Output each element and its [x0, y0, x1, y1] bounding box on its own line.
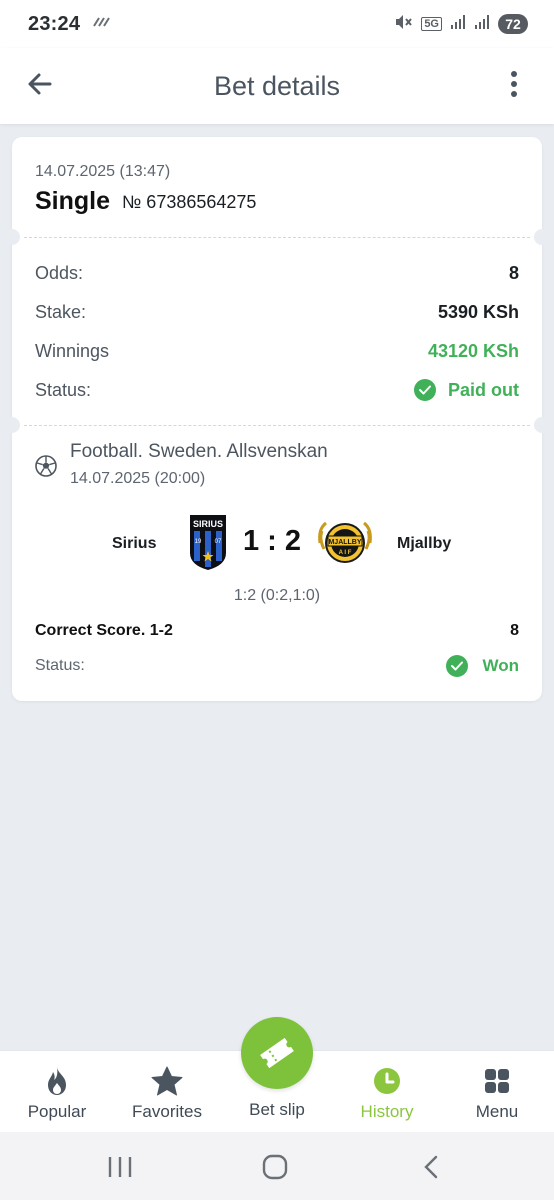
page-title: Bet details	[213, 70, 341, 101]
nav-favorites[interactable]: Favorites	[112, 1051, 222, 1133]
check-circle-icon	[414, 379, 436, 401]
nav-popular-label: Popular	[27, 1102, 87, 1121]
clock-icon	[371, 1065, 403, 1097]
stake-value: 5390 KSh	[437, 301, 519, 322]
odds-row: Odds: 8	[35, 261, 519, 285]
bet-status-row: Status: Paid out	[35, 378, 519, 402]
bet-status-value: Paid out	[414, 379, 519, 401]
winnings-row: Winnings 43120 KSh	[35, 339, 519, 363]
ticket-icon	[260, 1037, 294, 1069]
check-circle-icon	[446, 655, 469, 677]
away-logo-sub: A I F	[339, 550, 352, 556]
bet-datetime: 14.07.2025 (13:47)	[35, 163, 171, 180]
more-options-button[interactable]	[498, 68, 530, 100]
network-type: 5G	[421, 17, 442, 31]
recent-apps-icon	[108, 1157, 132, 1177]
football-icon	[35, 455, 57, 477]
home-icon	[262, 1154, 288, 1180]
score-detail: 1:2 (0:2,1:0)	[233, 587, 321, 604]
odds-label: Odds:	[35, 262, 84, 283]
away-logo-text: MJALLBY	[328, 539, 361, 546]
match-score: 1 : 2	[242, 525, 302, 557]
back-button[interactable]	[24, 68, 56, 100]
nav-popular[interactable]: Popular	[2, 1051, 112, 1133]
stake-row: Stake: 5390 KSh	[35, 300, 519, 324]
nav-menu[interactable]: Menu	[442, 1051, 552, 1133]
home-logo-text: SIRIUS	[193, 519, 223, 529]
selection-status-text: Won	[482, 656, 519, 675]
signal-icon	[450, 14, 466, 35]
mute-icon	[393, 12, 413, 37]
signal-icon-2	[474, 14, 490, 35]
nav-favorites-label: Favorites	[132, 1102, 202, 1121]
selection-row: Correct Score. 1-2 8	[35, 622, 519, 640]
data-saver-icon	[92, 15, 111, 33]
nav-history[interactable]: History	[332, 1051, 442, 1133]
battery-level: 72	[498, 14, 528, 34]
status-time: 23:24	[28, 12, 81, 35]
grid-icon	[481, 1065, 513, 1097]
match-datetime: 14.07.2025 (20:00)	[70, 470, 206, 487]
winnings-label: Winnings	[35, 340, 110, 361]
system-back-button[interactable]	[416, 1154, 446, 1180]
home-team-logo: SIRIUS 19 07	[188, 513, 228, 571]
notch-right-2	[534, 417, 550, 433]
bet-slip-button[interactable]	[241, 1017, 313, 1089]
notch-left-1	[4, 229, 20, 245]
flame-icon	[41, 1065, 73, 1097]
status-left: 23:24	[28, 12, 111, 36]
league-name: Football. Sweden. Allsvenskan	[70, 441, 328, 462]
selection-market: Correct Score. 1-2	[35, 622, 173, 639]
status-bar: 23:24 5G 72	[0, 0, 554, 48]
bet-status-text: Paid out	[448, 379, 519, 400]
nav-history-label: History	[360, 1102, 414, 1121]
bet-type: Single	[35, 187, 111, 215]
selection-odds: 8	[510, 622, 519, 639]
bet-slip-label: Bet slip	[249, 1100, 305, 1119]
recent-apps-button[interactable]	[105, 1154, 135, 1180]
chevron-left-icon	[424, 1155, 438, 1179]
system-nav-bar	[0, 1132, 554, 1200]
home-logo-year-2: 07	[215, 539, 222, 545]
star-icon	[151, 1065, 183, 1097]
divider-1	[24, 237, 530, 238]
notch-left-2	[4, 417, 20, 433]
home-logo-year-1: 19	[195, 539, 202, 545]
bet-status-label: Status:	[35, 379, 92, 400]
selection-status-label: Status:	[35, 657, 85, 674]
divider-2	[24, 425, 530, 426]
status-right: 5G 72	[393, 12, 528, 37]
odds-value: 8	[508, 262, 519, 283]
bet-number: № 67386564275	[122, 192, 257, 212]
home-button[interactable]	[260, 1154, 290, 1180]
away-team-logo: MJALLBY A I F	[316, 519, 374, 567]
nav-menu-label: Menu	[475, 1102, 519, 1121]
stake-label: Stake:	[35, 301, 87, 322]
selection-status-value: Won	[446, 655, 519, 677]
notch-right-1	[534, 229, 550, 245]
arrow-left-icon	[28, 73, 52, 95]
away-team-name: Mjallby	[397, 535, 452, 552]
bet-card: 14.07.2025 (13:47) Single № 67386564275 …	[4, 137, 550, 701]
winnings-value: 43120 KSh	[427, 340, 519, 361]
home-team-name: Sirius	[112, 535, 157, 552]
more-vertical-icon	[511, 71, 517, 97]
selection-status-row: Status: Won	[35, 655, 519, 677]
app-header: Bet details	[0, 48, 554, 124]
